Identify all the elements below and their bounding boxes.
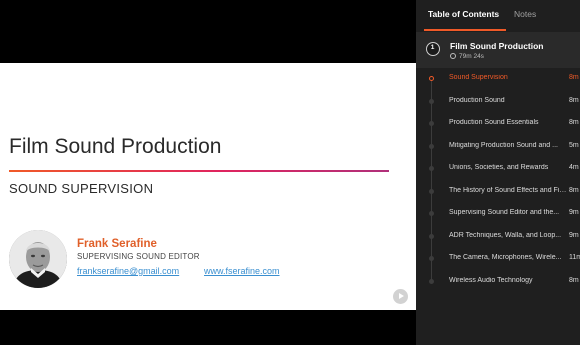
module-number-badge: 1 [426, 42, 440, 56]
clip-list: Sound Supervision 8m Production Sound 8m… [416, 68, 580, 293]
tab-notes[interactable]: Notes [514, 9, 536, 19]
clip-status-icon [429, 188, 434, 194]
clip-title: Unions, Societies, and Rewards [449, 164, 549, 171]
sidebar-tabs: Table of Contents Notes [416, 0, 580, 32]
clip-item[interactable]: ADR Techniques, Walla, and Loop... 9m [416, 226, 580, 248]
author-email-link[interactable]: frankserafine@gmail.com [77, 266, 179, 276]
clip-status-icon [429, 121, 434, 126]
clip-item[interactable]: Wireless Audio Technology 8m [416, 271, 580, 293]
clip-status-icon [429, 143, 434, 149]
author-name: Frank Serafine [77, 238, 157, 250]
tab-table-of-contents[interactable]: Table of Contents [428, 9, 499, 19]
clip-item[interactable]: Production Sound 8m [416, 91, 580, 113]
clip-title: Sound Supervision [449, 74, 508, 81]
clip-item[interactable]: The Camera, Microphones, Wirele... 11m [416, 248, 580, 270]
clip-title: Production Sound [449, 96, 505, 104]
clip-status-icon [429, 211, 434, 216]
author-avatar [9, 230, 67, 288]
course-module-header[interactable]: 1 Film Sound Production 79m 24s [416, 32, 580, 68]
slide-title: Film Sound Production [9, 135, 222, 158]
slide-subtitle: SOUND SUPERVISION [9, 181, 154, 196]
clip-duration: 8m [569, 96, 579, 104]
clip-item[interactable]: Mitigating Production Sound and ... 5m [416, 136, 580, 158]
video-player[interactable]: Film Sound Production SOUND SUPERVISION … [0, 0, 416, 345]
clip-duration: 8m [569, 74, 579, 81]
module-title: Film Sound Production [450, 41, 544, 51]
clock-icon [450, 53, 456, 59]
clip-duration: 8m [569, 276, 579, 284]
clip-duration: 9m [569, 231, 579, 239]
clip-status-icon [429, 233, 434, 239]
clip-duration: 11m [569, 254, 580, 261]
clip-item[interactable]: Unions, Societies, and Rewards 4m [416, 158, 580, 180]
author-role: SUPERVISING SOUND EDITOR [77, 252, 200, 261]
clip-title: The Camera, Microphones, Wirele... [449, 254, 562, 261]
clip-status-icon [429, 166, 434, 171]
clip-title: The History of Sound Effects and Fiel... [449, 186, 567, 194]
author-website-link[interactable]: www.fserafine.com [204, 266, 280, 276]
module-duration: 79m 24s [450, 53, 484, 60]
clip-status-icon [429, 98, 434, 104]
clip-title: Supervising Sound Editor and the... [449, 209, 560, 216]
clip-duration: 8m [569, 119, 579, 126]
clip-duration: 9m [569, 209, 579, 216]
sidebar: Table of Contents Notes 1 Film Sound Pro… [416, 0, 580, 345]
play-logo-icon [393, 289, 408, 304]
clip-status-icon [429, 256, 434, 261]
clip-title: Wireless Audio Technology [449, 276, 533, 284]
slide: Film Sound Production SOUND SUPERVISION … [0, 63, 416, 310]
title-divider [9, 170, 389, 172]
clip-duration: 5m [569, 141, 579, 149]
clip-item[interactable]: Production Sound Essentials 8m [416, 113, 580, 135]
clip-title: Mitigating Production Sound and ... [449, 141, 558, 149]
clip-status-icon [429, 76, 434, 81]
active-tab-indicator [424, 29, 506, 31]
clip-title: Production Sound Essentials [449, 119, 539, 126]
clip-item[interactable]: The History of Sound Effects and Fiel...… [416, 181, 580, 203]
clip-status-icon [429, 278, 434, 284]
clip-item[interactable]: Sound Supervision 8m [416, 68, 580, 90]
clip-title: ADR Techniques, Walla, and Loop... [449, 231, 562, 239]
clip-duration: 8m [569, 186, 579, 194]
clip-item[interactable]: Supervising Sound Editor and the... 9m [416, 203, 580, 225]
clip-duration: 4m [569, 164, 579, 171]
